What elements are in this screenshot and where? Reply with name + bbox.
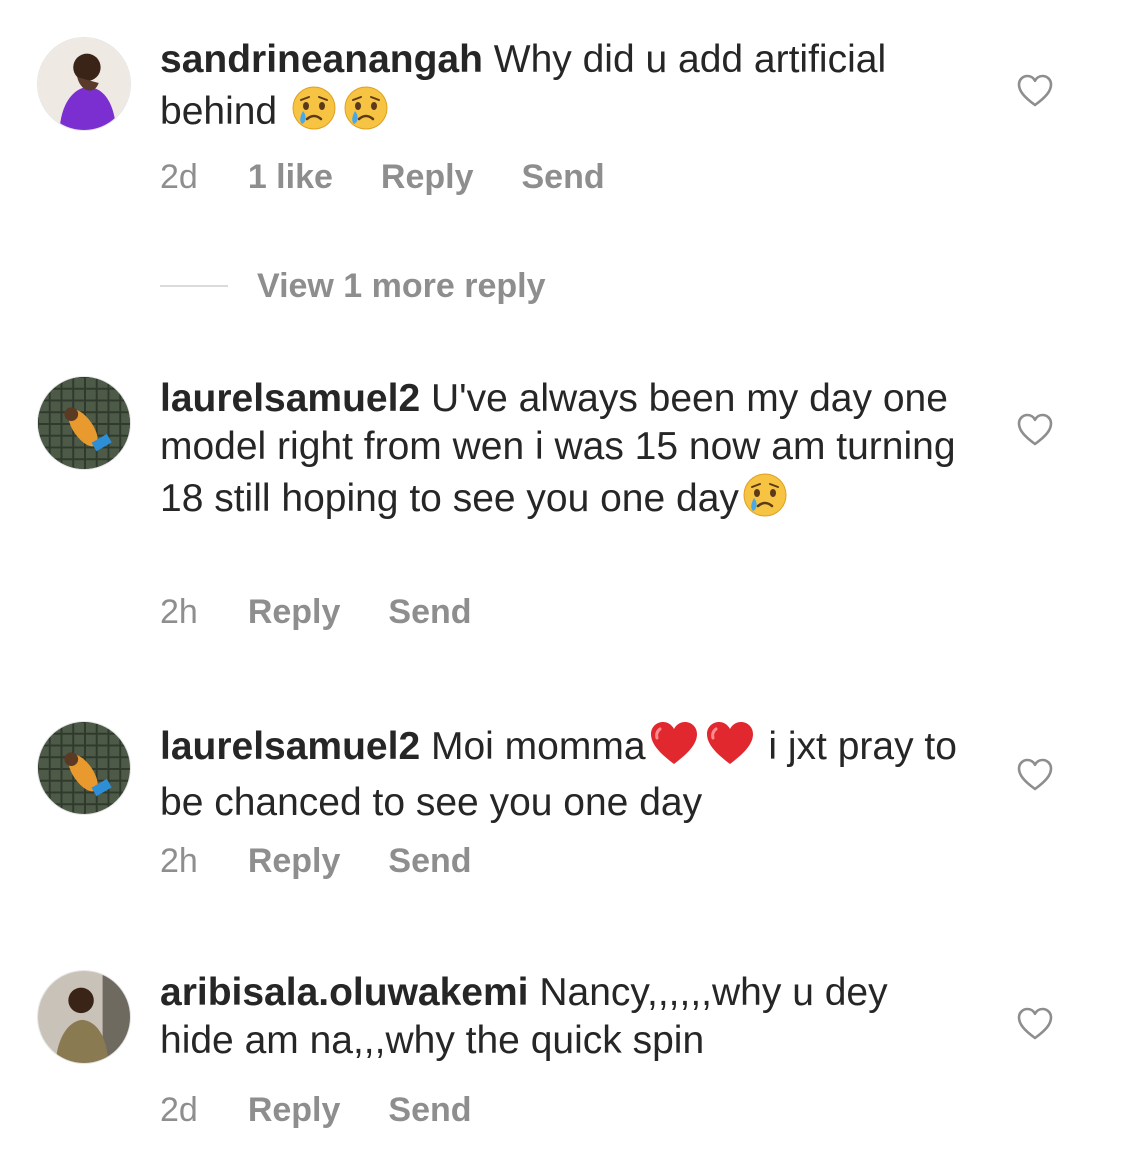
comment-text: sandrineanangah Why did u add artificial… — [160, 36, 960, 144]
view-more-label: View 1 more reply — [257, 266, 546, 305]
comment-text: laurelsamuel2 Moi momma i jxt pray to be… — [160, 719, 960, 827]
crying-face-emoji — [342, 84, 390, 144]
comment-text: laurelsamuel2 U've always been my day on… — [160, 375, 960, 531]
comment-meta: 2d 1 like Reply Send — [160, 157, 653, 197]
divider-line — [160, 285, 228, 287]
like-heart-icon[interactable] — [1016, 411, 1054, 449]
comment-text: aribisala.oluwakemi Nancy,,,,,,why u dey… — [160, 969, 960, 1065]
comment-username[interactable]: aribisala.oluwakemi — [160, 971, 529, 1014]
avatar-image — [38, 722, 130, 814]
avatar-image — [38, 38, 130, 130]
comment-time: 2d — [160, 158, 198, 196]
red-heart-emoji — [704, 719, 756, 779]
red-heart-emoji — [648, 719, 700, 779]
crying-face-emoji — [290, 84, 338, 144]
avatar-image — [38, 377, 130, 469]
comment-username[interactable]: sandrineanangah — [160, 38, 483, 81]
send-button[interactable]: Send — [388, 592, 471, 632]
send-button[interactable]: Send — [388, 841, 471, 881]
comment-meta: 2h Reply Send — [160, 592, 520, 632]
avatar[interactable] — [37, 37, 131, 131]
comment-time: 2h — [160, 593, 198, 631]
comment-body: Moi momma — [431, 725, 646, 768]
like-heart-icon[interactable] — [1016, 756, 1054, 794]
avatar-image — [38, 971, 130, 1063]
avatar[interactable] — [37, 721, 131, 815]
comment-meta: 2d Reply Send — [160, 1090, 520, 1130]
comment-username[interactable]: laurelsamuel2 — [160, 725, 420, 768]
like-heart-icon[interactable] — [1016, 72, 1054, 110]
reply-button[interactable]: Reply — [248, 592, 341, 632]
avatar[interactable] — [37, 376, 131, 470]
reply-button[interactable]: Reply — [248, 841, 341, 881]
view-more-replies[interactable]: View 1 more reply — [160, 266, 546, 306]
comment-time: 2d — [160, 1091, 198, 1129]
reply-button[interactable]: Reply — [248, 1090, 341, 1130]
send-button[interactable]: Send — [388, 1090, 471, 1130]
avatar[interactable] — [37, 970, 131, 1064]
crying-face-emoji — [741, 471, 789, 531]
comment-username[interactable]: laurelsamuel2 — [160, 377, 420, 420]
likes-count[interactable]: 1 like — [248, 157, 333, 197]
comment-time: 2h — [160, 842, 198, 880]
reply-button[interactable]: Reply — [381, 157, 474, 197]
comment-meta: 2h Reply Send — [160, 841, 520, 881]
send-button[interactable]: Send — [522, 157, 605, 197]
like-heart-icon[interactable] — [1016, 1005, 1054, 1043]
